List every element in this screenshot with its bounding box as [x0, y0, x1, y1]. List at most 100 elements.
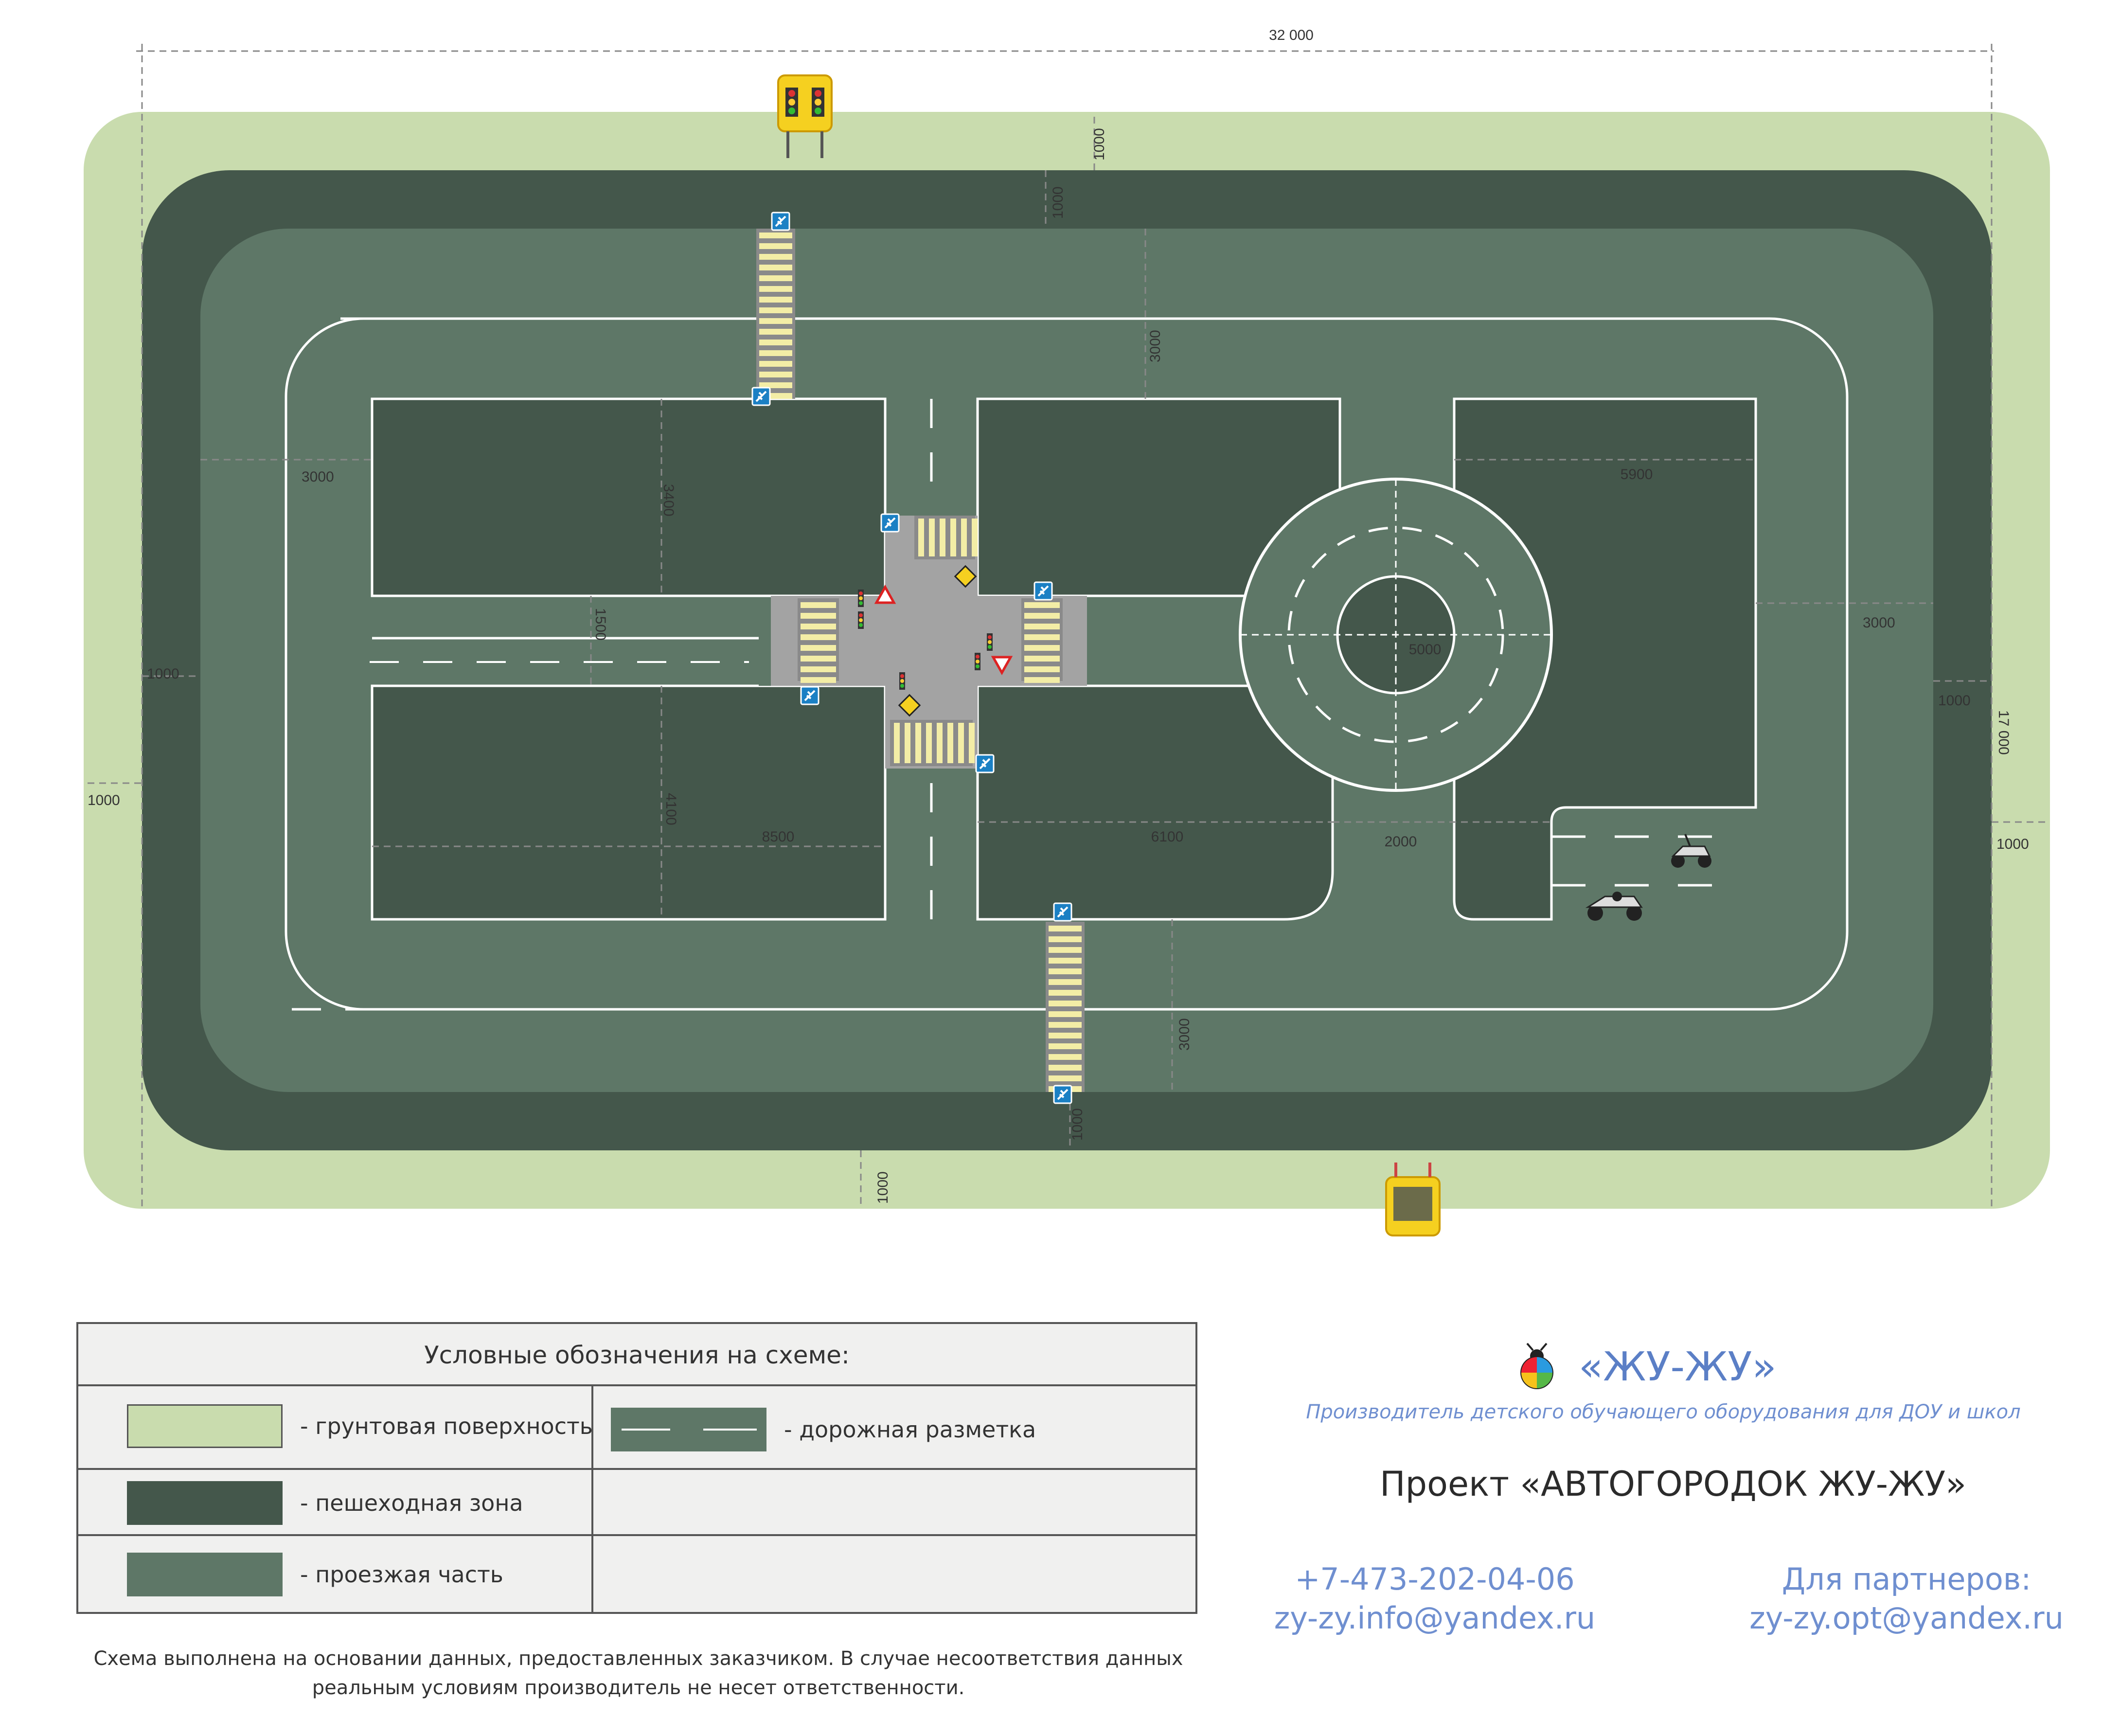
crosswalk-stripe	[940, 519, 945, 556]
dim-top-pedestrian: 1000	[1050, 186, 1066, 219]
crosswalk-stripe	[759, 254, 792, 260]
crosswalk-stripe	[1024, 624, 1060, 629]
dim-bottom-ground: 1000	[875, 1171, 891, 1204]
legend-item-marking: - дорожная разметка	[611, 1408, 1036, 1451]
crosswalk-stripe	[1049, 1001, 1082, 1006]
crosswalk-stripe	[759, 307, 792, 313]
pedestrian-crossing-sign-icon	[1053, 902, 1072, 922]
legend-label-ground: - грунтовая поверхность	[300, 1413, 593, 1439]
brand-tagline: Производитель детского обучающего оборуд…	[1306, 1401, 2021, 1423]
dim-block4-width: 6100	[1151, 829, 1184, 845]
crosswalk-stripe	[1049, 926, 1082, 931]
crosswalk-stripe	[759, 350, 792, 356]
crosswalk-stripe	[950, 519, 956, 556]
crosswalk-stripe	[1024, 613, 1060, 619]
crosswalk-stripe	[801, 656, 836, 662]
crosswalk-stripe	[1049, 1011, 1082, 1017]
crosswalk-stripe	[918, 519, 924, 556]
crosswalk-stripe	[972, 519, 978, 556]
crosswalk-stripe	[759, 361, 792, 367]
crosswalk-stripe	[1049, 979, 1082, 985]
crosswalk-stripe	[958, 723, 964, 763]
crosswalk-stripe	[947, 723, 953, 763]
legend-item-road: - проезжая часть	[127, 1553, 503, 1596]
dim-block3-width: 8500	[762, 829, 795, 845]
traffic-light-icon	[858, 611, 864, 629]
pedestrian-crossing-sign-icon	[975, 754, 995, 773]
dim-left-road: 3000	[302, 469, 334, 485]
brand: «ЖУ-ЖУ»	[1508, 1342, 1777, 1391]
ladybug-icon	[1520, 1342, 1553, 1389]
crosswalk-stripe	[1049, 947, 1082, 953]
partners-label: Для партнеров:	[1782, 1561, 2031, 1597]
disclaimer-text: Схема выполнена на основании данных, пре…	[93, 1647, 1183, 1699]
crosswalk-stripe	[801, 666, 836, 672]
legend-label-pedestrian: - пешеходная зона	[300, 1490, 523, 1516]
crosswalk-stripe	[759, 329, 792, 335]
crosswalk-stripe	[929, 519, 935, 556]
dim-right-ground: 1000	[1996, 836, 2029, 852]
crosswalk-stripe	[1049, 1065, 1082, 1071]
dim-block1-height: 3400	[660, 484, 677, 517]
crosswalk-stripe	[759, 243, 792, 249]
crosswalk-stripe	[801, 602, 836, 608]
crosswalk-stripe	[937, 723, 943, 763]
crosswalk-stripe	[1049, 1022, 1082, 1028]
crosswalk-stripe	[1024, 666, 1060, 672]
dim-top-ground: 1000	[1091, 128, 1107, 161]
traffic-light-icon	[975, 653, 980, 670]
legend-title: Условные обозначения на схеме:	[78, 1324, 1195, 1386]
legend-label-road: - проезжая часть	[300, 1561, 503, 1588]
crosswalk-stripe	[961, 519, 967, 556]
crosswalk-stripe	[759, 318, 792, 324]
road-swatch	[127, 1553, 283, 1596]
dim-circle-diameter: 5000	[1409, 642, 1442, 658]
pedestrian-crossing-sign-icon	[751, 387, 771, 406]
crosswalk-stripe	[1024, 634, 1060, 640]
crosswalk-stripe	[1024, 645, 1060, 651]
dim-block3-height: 4100	[663, 793, 679, 825]
dim-right-pedestrian: 1000	[1938, 693, 1971, 709]
partners-email[interactable]: zy-zy.opt@yandex.ru	[1722, 1600, 2091, 1636]
contact-email[interactable]: zy-zy.info@yandex.ru	[1250, 1600, 1620, 1636]
project-title: Проект «АВТОГОРОДОК ЖУ-ЖУ»	[1380, 1464, 1966, 1504]
brand-name: «ЖУ-ЖУ»	[1579, 1343, 1777, 1390]
legend-item-ground: - грунтовая поверхность	[127, 1404, 593, 1448]
traffic-light-icon	[987, 633, 993, 651]
block-bottom-left	[371, 684, 887, 921]
crosswalk-stripe	[905, 723, 910, 763]
contact-phone[interactable]: +7-473-202-04-06	[1250, 1561, 1620, 1597]
dim-right-road: 3000	[1863, 615, 1895, 631]
crosswalk-stripe	[759, 233, 792, 238]
block-top-left	[371, 397, 887, 597]
crosswalk-stripe	[801, 624, 836, 629]
crosswalk-stripe	[1024, 656, 1060, 662]
pedestrian-crossing-sign-icon	[771, 212, 790, 231]
crosswalk-stripe	[759, 275, 792, 281]
dim-circle-road: 2000	[1385, 834, 1417, 850]
site-plan: 32 000 17 000 1000 1000 3000 3000 1000 1…	[84, 27, 2050, 1236]
legend-item-pedestrian: - пешеходная зона	[127, 1481, 523, 1525]
crosswalk-stripe	[759, 297, 792, 303]
legend: Условные обозначения на схеме: - грунтов…	[76, 1322, 1197, 1614]
pedestrian-swatch	[127, 1481, 283, 1525]
crosswalk-stripe	[1049, 990, 1082, 996]
crosswalk-stripe	[1049, 958, 1082, 964]
dim-bottom-pedestrian: 1000	[1069, 1108, 1086, 1141]
marking-swatch	[611, 1408, 766, 1451]
crosswalk-stripe	[801, 645, 836, 651]
crosswalk-stripe	[969, 723, 975, 763]
dim-left-pedestrian: 1000	[147, 666, 179, 682]
crosswalk-stripe	[801, 613, 836, 619]
crosswalk-stripe	[801, 677, 836, 683]
crosswalk-stripe	[1049, 968, 1082, 974]
legend-label-marking: - дорожная разметка	[784, 1416, 1036, 1443]
crosswalk-stripe	[1024, 602, 1060, 608]
crosswalk-stripe	[759, 340, 792, 345]
traffic-light-icon	[899, 672, 905, 690]
dim-top-road: 3000	[1147, 330, 1163, 362]
crosswalk-stripe	[1024, 677, 1060, 683]
crosswalk-stripe	[759, 286, 792, 292]
pedestrian-crossing-sign-icon	[880, 513, 900, 533]
traffic-light-icon	[858, 590, 864, 607]
